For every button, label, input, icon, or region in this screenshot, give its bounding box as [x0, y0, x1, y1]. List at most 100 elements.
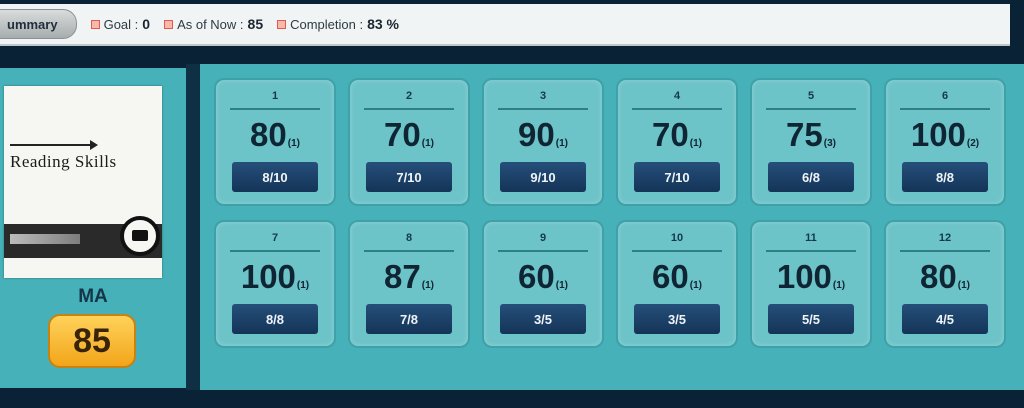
card-divider	[766, 250, 856, 252]
result-card[interactable]: 9 60(1) 3/5	[482, 220, 604, 348]
card-divider	[364, 108, 454, 110]
result-card[interactable]: 8 87(1) 7/8	[348, 220, 470, 348]
card-attempts: (1)	[555, 280, 568, 291]
result-card[interactable]: 3 90(1) 9/10	[482, 78, 604, 206]
card-score: 80(1)	[886, 258, 1004, 296]
card-number: 2	[405, 90, 413, 102]
card-number: 9	[539, 232, 547, 244]
card-attempts: (1)	[689, 138, 702, 149]
result-card[interactable]: 1 80(1) 8/10	[214, 78, 336, 206]
bullet-icon	[277, 19, 287, 29]
card-attempts: (1)	[832, 280, 846, 291]
card-divider	[230, 250, 320, 252]
card-attempts: (1)	[957, 280, 970, 291]
card-number: 11	[805, 232, 817, 244]
completion-value: 83 %	[367, 16, 400, 32]
result-card[interactable]: 4 70(1) 7/10	[616, 78, 738, 206]
completion-stat: Completion : 83 %	[277, 16, 399, 32]
card-number: 8	[405, 232, 413, 244]
card-fraction-button[interactable]: 7/10	[366, 162, 452, 192]
subject-label: MA	[78, 286, 108, 307]
goal-label: Goal :	[103, 16, 139, 32]
bullet-icon	[164, 19, 174, 29]
card-number: 5	[807, 90, 815, 102]
result-card[interactable]: 2 70(1) 7/10	[348, 78, 470, 206]
as-of-now-stat: As of Now : 85	[164, 16, 263, 32]
summary-tab-label: ummary	[7, 16, 58, 32]
goal-stat: Goal : 0	[90, 16, 151, 32]
card-number: 3	[539, 90, 547, 102]
card-divider	[498, 250, 588, 252]
card-divider	[632, 108, 722, 110]
card-score: 60(1)	[618, 258, 736, 296]
card-score: 80(1)	[216, 116, 334, 154]
card-number: 4	[673, 90, 681, 102]
card-fraction-button[interactable]: 3/5	[634, 304, 720, 334]
card-score-value: 60	[518, 258, 555, 295]
card-fraction-button[interactable]: 7/10	[634, 162, 720, 192]
card-score-value: 70	[652, 116, 689, 153]
card-score: 60(1)	[484, 258, 602, 296]
card-score-value: 80	[250, 116, 287, 153]
card-attempts: (1)	[555, 138, 568, 149]
card-fraction-button[interactable]: 6/8	[768, 162, 854, 192]
bullet-icon	[90, 19, 100, 29]
summary-bar: ummary Goal : 0 As of Now : 85 Completio…	[0, 4, 1010, 46]
card-fraction-button[interactable]: 5/5	[768, 304, 854, 334]
card-divider	[632, 250, 722, 252]
book-band	[4, 216, 162, 258]
card-score-value: 60	[652, 258, 689, 295]
result-card[interactable]: 10 60(1) 3/5	[616, 220, 738, 348]
card-attempts: (2)	[966, 138, 980, 149]
completion-label: Completion :	[290, 16, 364, 32]
card-fraction-button[interactable]: 7/8	[366, 304, 452, 334]
card-divider	[498, 108, 588, 110]
result-card[interactable]: 11 100(1) 5/5	[750, 220, 872, 348]
card-score: 100(1)	[216, 258, 334, 296]
results-grid: 1 80(1) 8/10 2 70(1) 7/10 3 90(1) 9/10 4 70(1) 7/10…	[214, 78, 1006, 348]
result-card[interactable]: 12 80(1) 4/5	[884, 220, 1006, 348]
card-fraction-button[interactable]: 3/5	[500, 304, 586, 334]
card-attempts: (1)	[421, 280, 434, 291]
card-number: 7	[271, 232, 279, 244]
card-fraction-button[interactable]: 9/10	[500, 162, 586, 192]
card-attempts: (3)	[823, 138, 836, 149]
results-panel: 1 80(1) 8/10 2 70(1) 7/10 3 90(1) 9/10 4 70(1) 7/10…	[186, 64, 1024, 390]
summary-tab[interactable]: ummary	[0, 9, 77, 39]
card-number: 6	[941, 90, 949, 102]
card-score: 70(1)	[618, 116, 736, 154]
card-attempts: (1)	[689, 280, 702, 291]
card-score-value: 100	[776, 258, 832, 295]
result-card[interactable]: 7 100(1) 8/8	[214, 220, 336, 348]
card-fraction-button[interactable]: 8/10	[232, 162, 318, 192]
card-fraction-button[interactable]: 4/5	[902, 304, 988, 334]
book-cover[interactable]: Reading Skills	[4, 86, 162, 278]
as-of-now-value: 85	[247, 16, 264, 32]
card-score-value: 87	[384, 258, 421, 295]
card-fraction-button[interactable]: 8/8	[902, 162, 988, 192]
card-score: 87(1)	[350, 258, 468, 296]
publisher-logo	[10, 234, 80, 244]
card-score-value: 70	[384, 116, 421, 153]
subject-score-badge: 85	[48, 314, 136, 368]
card-attempts: (1)	[287, 138, 300, 149]
card-divider	[766, 108, 856, 110]
card-number: 12	[938, 232, 952, 244]
card-score: 90(1)	[484, 116, 602, 154]
arrow-icon	[10, 140, 98, 150]
card-attempts: (1)	[421, 138, 434, 149]
subject-panel: Reading Skills MA 85	[0, 68, 186, 388]
card-divider	[900, 108, 990, 110]
goal-value: 0	[142, 16, 151, 32]
as-of-now-label: As of Now :	[177, 16, 244, 32]
result-card[interactable]: 5 75(3) 6/8	[750, 78, 872, 206]
card-divider	[230, 108, 320, 110]
card-divider	[364, 250, 454, 252]
card-fraction-button[interactable]: 8/8	[232, 304, 318, 334]
card-score: 100(2)	[886, 116, 1004, 154]
book-title: Reading Skills	[10, 152, 117, 171]
result-card[interactable]: 6 100(2) 8/8	[884, 78, 1006, 206]
card-score-value: 90	[518, 116, 555, 153]
card-score-value: 75	[786, 116, 823, 153]
card-divider	[900, 250, 990, 252]
